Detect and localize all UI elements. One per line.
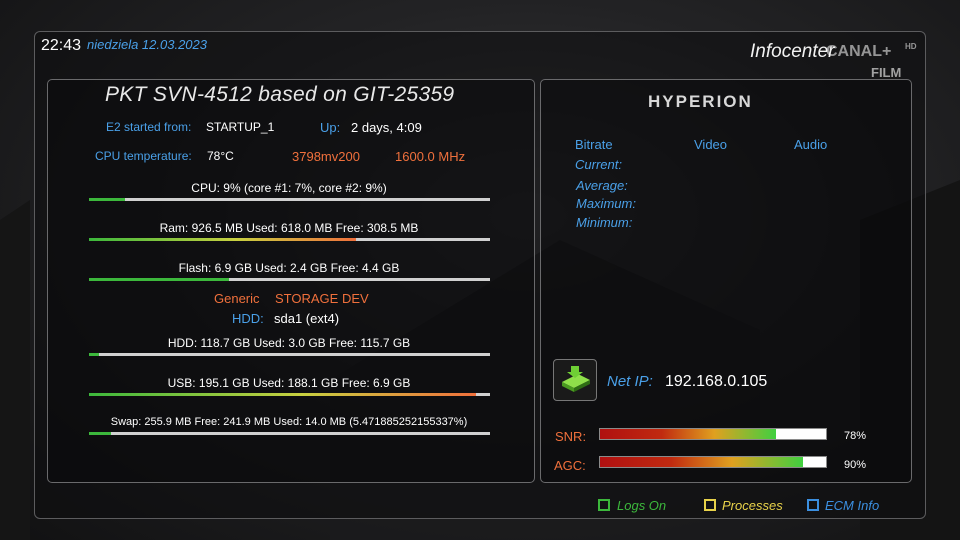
channel-subtitle: FILM: [871, 65, 902, 80]
flash-usage-text: Flash: 6.9 GB Used: 2.4 GB Free: 4.4 GB: [178, 261, 400, 275]
hdd-label: HDD:: [232, 311, 264, 326]
agc-value: 90%: [844, 459, 867, 471]
green-key-icon: [598, 499, 610, 511]
date: niedziela 12.03.2023: [87, 37, 207, 52]
uptime-label: Up:: [320, 120, 341, 135]
cpu-temp-value: 78°C: [207, 149, 234, 163]
ram-usage-fill: [89, 238, 357, 241]
ram-usage-text: Ram: 926.5 MB Used: 618.0 MB Free: 308.5…: [159, 221, 419, 235]
page-title: Infocenter: [750, 41, 835, 62]
agc-bar-fill: [600, 457, 804, 467]
bitrate-current-label: Current:: [575, 157, 622, 172]
snr-label: SNR:: [555, 429, 587, 444]
hdd-usage-bar: [89, 353, 490, 356]
bitrate-label: Bitrate: [575, 137, 613, 152]
agc-bar: [599, 456, 827, 468]
bitrate-average-label: Average:: [576, 178, 628, 193]
blue-key-icon: [807, 499, 819, 511]
video-label: Video: [694, 137, 728, 152]
cpu-usage-text: CPU: 9% (core #1: 7%, core #2: 9%): [191, 181, 387, 195]
e2-started-label: E2 started from:: [106, 120, 192, 134]
e2-started-value: STARTUP_1: [206, 120, 275, 134]
cpu-usage-fill: [89, 198, 126, 201]
logs-button[interactable]: Logs On: [617, 498, 666, 513]
cpu-usage-bar: [89, 198, 490, 201]
ram-usage-bar: [89, 238, 490, 241]
storage-generic: Generic: [214, 291, 260, 306]
snr-bar: [599, 428, 827, 440]
usb-usage-bar: [89, 393, 490, 396]
snr-value: 78%: [844, 430, 867, 442]
usb-usage-text: USB: 195.1 GB Used: 188.1 GB Free: 6.9 G…: [167, 376, 411, 390]
swap-usage-text: Swap: 255.9 MB Free: 241.9 MB Used: 14.0…: [110, 416, 468, 428]
yellow-key-icon: [704, 499, 716, 511]
bitrate-minimum-label: Minimum:: [576, 215, 633, 230]
cpu-temp-label: CPU temperature:: [95, 149, 192, 163]
swap-usage-bar: [89, 432, 490, 435]
usb-usage-fill: [89, 393, 476, 396]
cpu-frequency: 1600.0 MHz: [395, 149, 466, 164]
hdd-usage-text: HDD: 118.7 GB Used: 3.0 GB Free: 115.7 G…: [167, 336, 411, 350]
swap-usage-fill: [89, 432, 111, 435]
audio-label: Audio: [794, 137, 828, 152]
storage-device: STORAGE DEV: [275, 291, 369, 306]
image-version-heading: PKT SVN-4512 based on GIT-25359: [105, 83, 455, 106]
bitrate-maximum-label: Maximum:: [576, 196, 636, 211]
hdd-usage-fill: [89, 353, 100, 356]
network-icon: [553, 359, 597, 401]
ecm-info-button[interactable]: ECM Info: [825, 498, 879, 513]
uptime-value: 2 days, 4:09: [351, 120, 422, 135]
flash-usage-bar: [89, 278, 490, 281]
clock: 22:43: [41, 37, 82, 54]
processes-button[interactable]: Processes: [722, 498, 783, 513]
flash-usage-fill: [89, 278, 230, 281]
snr-bar-fill: [600, 429, 777, 439]
cpu-voltage: 3798mv200: [292, 149, 360, 164]
hdd-partition: sda1 (ext4): [274, 311, 340, 326]
channel-logo: CANAL+: [826, 43, 892, 60]
agc-label: AGC:: [554, 458, 586, 473]
channel-hd-badge: HD: [905, 42, 917, 51]
hyperion-logo: HYPERION: [648, 92, 753, 111]
net-ip-label: Net IP:: [607, 373, 653, 390]
net-ip-value: 192.168.0.105: [665, 373, 768, 390]
